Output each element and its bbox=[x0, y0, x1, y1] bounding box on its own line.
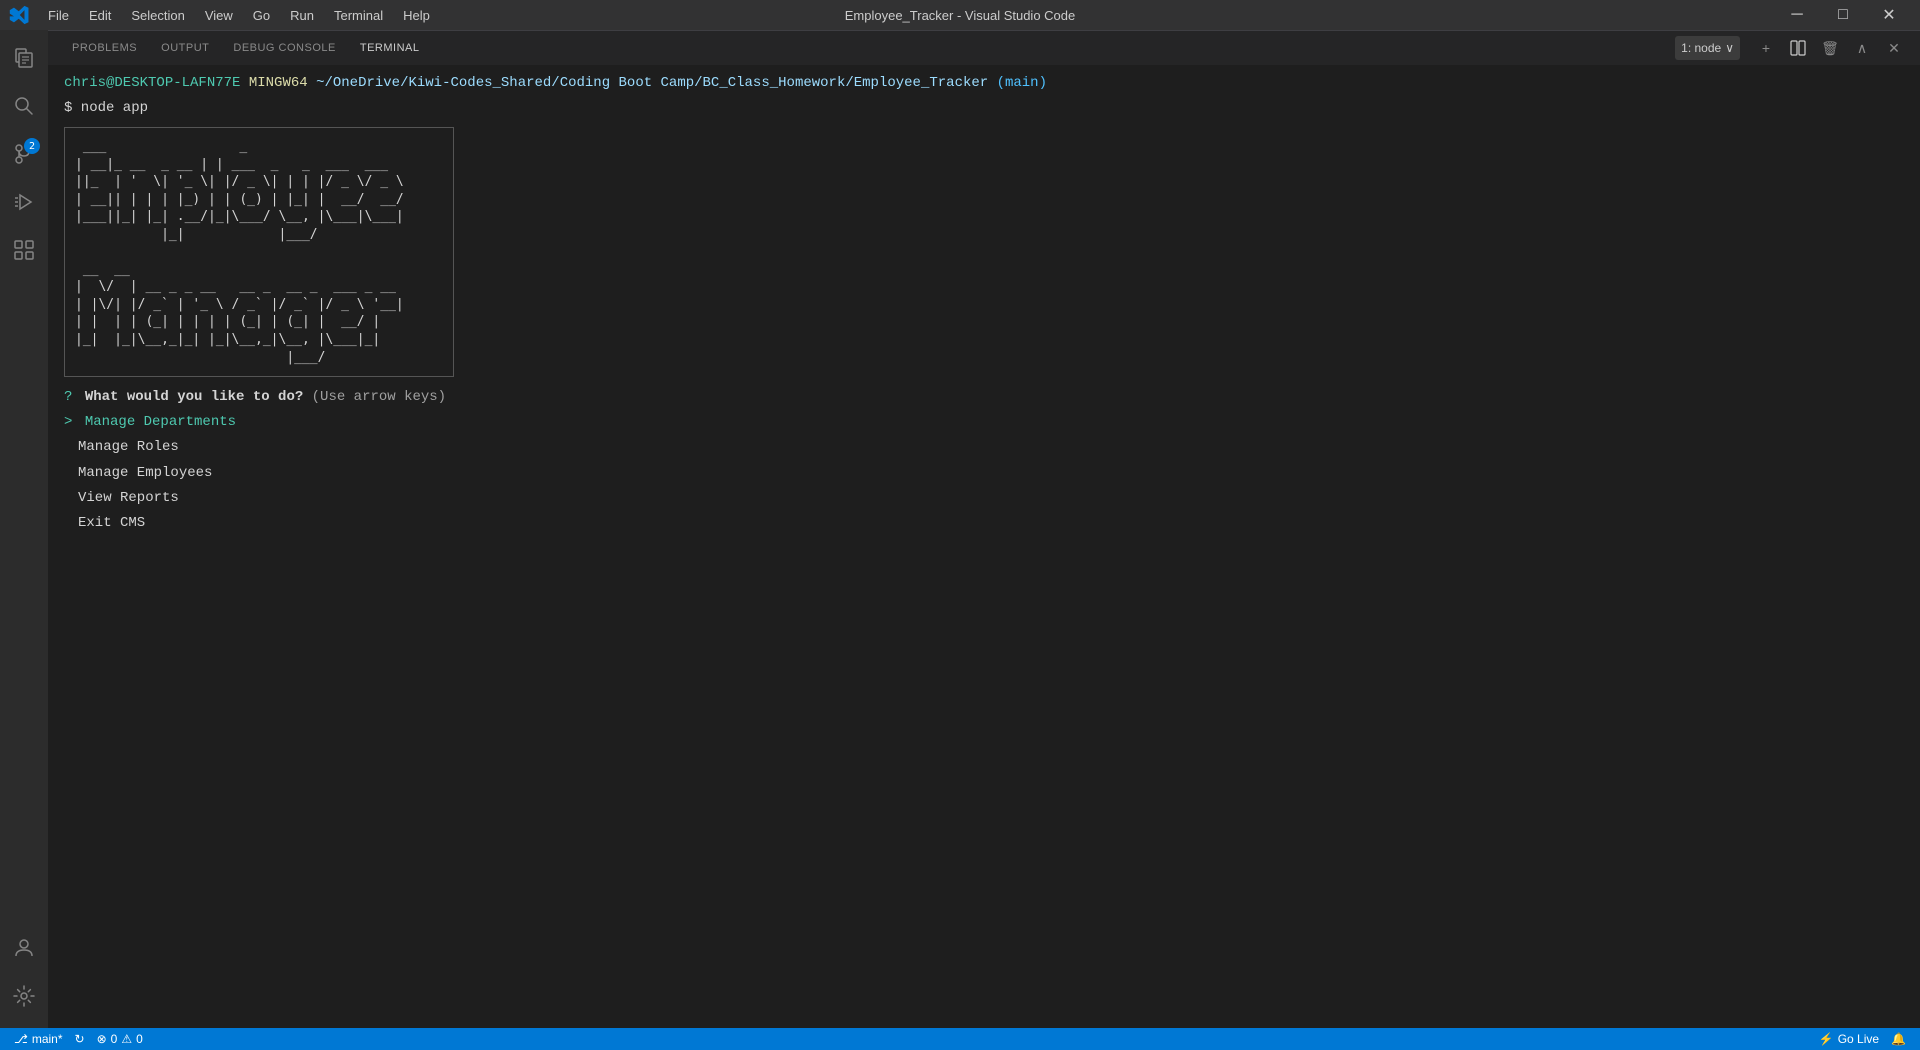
terminal-panel[interactable]: chris@DESKTOP-LAFN77E MINGW64 ~/OneDrive… bbox=[48, 65, 1920, 1028]
sync-status[interactable]: ↻ bbox=[69, 1028, 91, 1050]
menu-help[interactable]: Help bbox=[393, 4, 440, 27]
terminal-name-label: 1: node bbox=[1681, 41, 1721, 55]
menu-edit[interactable]: Edit bbox=[79, 4, 121, 27]
menu-view[interactable]: View bbox=[195, 4, 243, 27]
status-bar-right: ⚡ Go Live 🔔 bbox=[1813, 1028, 1912, 1050]
branch-status[interactable]: ⎇ main* bbox=[8, 1028, 69, 1050]
menu-terminal[interactable]: Terminal bbox=[324, 4, 393, 27]
menu-selection[interactable]: Selection bbox=[121, 4, 194, 27]
kill-terminal-button[interactable]: 🗑 bbox=[1816, 34, 1844, 62]
minimize-button[interactable]: ─ bbox=[1774, 0, 1820, 30]
error-count: 0 bbox=[111, 1032, 118, 1046]
menu-run[interactable]: Run bbox=[280, 4, 324, 27]
terminal-path: ~/OneDrive/Kiwi-Codes_Shared/Coding Boot… bbox=[316, 75, 988, 91]
title-bar: File Edit Selection View Go Run Terminal… bbox=[0, 0, 1920, 30]
run-debug-icon[interactable] bbox=[0, 178, 48, 226]
errors-status[interactable]: ⊗ 0 ⚠ 0 bbox=[91, 1028, 149, 1050]
menu-item-departments[interactable]: > Manage Departments bbox=[64, 410, 1904, 435]
menu-go[interactable]: Go bbox=[243, 4, 280, 27]
ascii-art-box: ___ _ | __|_ __ _ __ | | ___ _ _ ___ ___… bbox=[64, 127, 1904, 377]
activity-bar-bottom bbox=[0, 924, 48, 1028]
warning-icon: ⚠ bbox=[121, 1032, 132, 1046]
error-icon: ⊗ bbox=[97, 1032, 107, 1046]
tab-output[interactable]: OUTPUT bbox=[149, 31, 221, 66]
maximize-panel-button[interactable]: ∧ bbox=[1848, 34, 1876, 62]
account-icon[interactable] bbox=[0, 924, 48, 972]
tab-problems[interactable]: PROBLEMS bbox=[60, 31, 149, 66]
new-terminal-button[interactable]: + bbox=[1752, 34, 1780, 62]
activity-bar: 2 bbox=[0, 30, 48, 1028]
branch-icon: ⎇ bbox=[14, 1032, 28, 1046]
editor-area: PROBLEMS OUTPUT DEBUG CONSOLE TERMINAL 1… bbox=[48, 30, 1920, 1028]
go-live-icon: ⚡ bbox=[1819, 1032, 1834, 1046]
window-title: Employee_Tracker - Visual Studio Code bbox=[845, 8, 1076, 23]
terminal-branch: (main) bbox=[997, 75, 1047, 91]
terminal-command: $ node app bbox=[64, 100, 148, 116]
tab-terminal[interactable]: TERMINAL bbox=[348, 31, 432, 66]
menu-item-reports-label: View Reports bbox=[78, 490, 179, 506]
status-bar: ⎇ main* ↻ ⊗ 0 ⚠ 0 ⚡ Go Live 🔔 bbox=[0, 1028, 1920, 1050]
terminal-command-line: $ node app bbox=[64, 98, 1904, 119]
window-controls: ─ □ ✕ bbox=[1774, 0, 1912, 30]
panel-tabs: PROBLEMS OUTPUT DEBUG CONSOLE TERMINAL 1… bbox=[48, 30, 1920, 65]
vscode-logo-icon bbox=[8, 4, 30, 26]
terminal-shell: MINGW64 bbox=[249, 75, 308, 91]
go-live-button[interactable]: ⚡ Go Live bbox=[1813, 1028, 1885, 1050]
extensions-icon[interactable] bbox=[0, 226, 48, 274]
tab-debug-console[interactable]: DEBUG CONSOLE bbox=[221, 31, 347, 66]
settings-icon[interactable] bbox=[0, 972, 48, 1020]
menu-item-reports[interactable]: View Reports bbox=[64, 486, 1904, 511]
source-control-badge: 2 bbox=[24, 138, 40, 154]
menu-item-exit[interactable]: Exit CMS bbox=[64, 511, 1904, 536]
close-button[interactable]: ✕ bbox=[1866, 0, 1912, 30]
terminal-selector[interactable]: 1: node ∨ bbox=[1675, 36, 1740, 60]
question-text: What would you like to do? bbox=[85, 389, 303, 405]
close-panel-button[interactable]: ✕ bbox=[1880, 34, 1908, 62]
search-icon[interactable] bbox=[0, 82, 48, 130]
split-terminal-button[interactable] bbox=[1784, 34, 1812, 62]
branch-name: main* bbox=[32, 1032, 63, 1046]
question-icon: ? bbox=[64, 389, 72, 405]
go-live-label: Go Live bbox=[1838, 1032, 1879, 1046]
menu-item-roles-label: Manage Roles bbox=[78, 439, 179, 455]
sync-icon: ↻ bbox=[75, 1032, 85, 1046]
hint-text: (Use arrow keys) bbox=[312, 389, 446, 405]
explorer-icon[interactable] bbox=[0, 34, 48, 82]
maximize-button[interactable]: □ bbox=[1820, 0, 1866, 30]
terminal-dropdown-icon: ∨ bbox=[1725, 41, 1734, 55]
panel-tab-actions: 1: node ∨ + 🗑 ∧ ✕ bbox=[1675, 34, 1908, 62]
menu-item-employees-label: Manage Employees bbox=[78, 465, 212, 481]
notifications-button[interactable]: 🔔 bbox=[1885, 1028, 1912, 1050]
menu-question: ? What would you like to do? (Use arrow … bbox=[64, 385, 1904, 410]
menu-item-exit-label: Exit CMS bbox=[78, 515, 145, 531]
selected-arrow-icon: > bbox=[64, 414, 72, 430]
menu-file[interactable]: File bbox=[38, 4, 79, 27]
menu-item-employees[interactable]: Manage Employees bbox=[64, 461, 1904, 486]
warning-count: 0 bbox=[136, 1032, 143, 1046]
menu-item-roles[interactable]: Manage Roles bbox=[64, 435, 1904, 460]
source-control-icon[interactable]: 2 bbox=[0, 130, 48, 178]
terminal-user: chris@DESKTOP-LAFN77E bbox=[64, 75, 240, 91]
menu-item-departments-label: Manage Departments bbox=[85, 414, 236, 430]
main-container: 2 bbox=[0, 30, 1920, 1028]
bell-icon: 🔔 bbox=[1891, 1032, 1906, 1046]
terminal-prompt-line: chris@DESKTOP-LAFN77E MINGW64 ~/OneDrive… bbox=[64, 73, 1904, 94]
